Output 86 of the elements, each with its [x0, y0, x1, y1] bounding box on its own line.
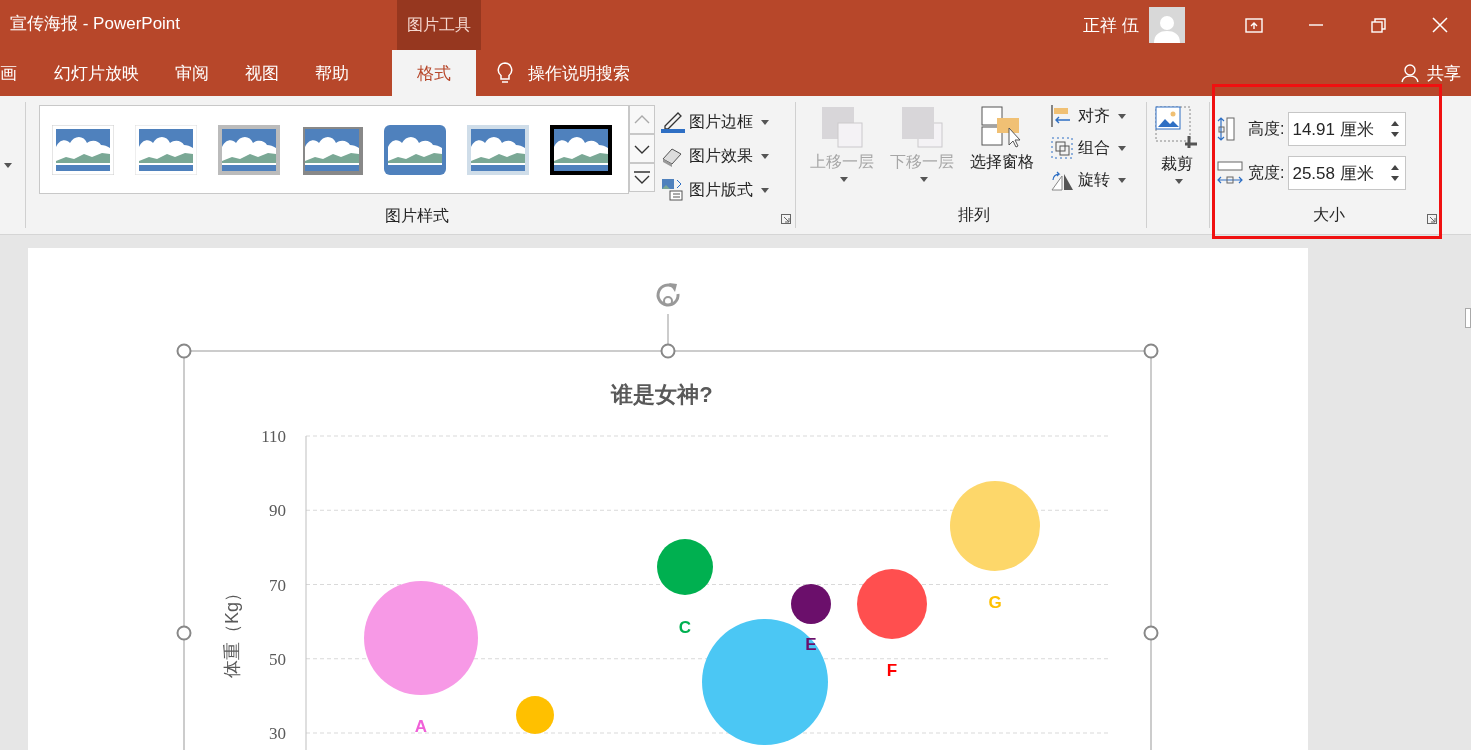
- bring-forward-icon: [821, 106, 863, 148]
- field-label: 宽度:: [1248, 162, 1285, 183]
- chart-title: 谁是女神?: [611, 382, 713, 407]
- bubble: [516, 696, 554, 734]
- spin-down-icon[interactable]: [1391, 176, 1400, 181]
- person-silhouette-icon: [1152, 13, 1182, 43]
- selection-pane-icon: [981, 106, 1023, 148]
- rotate-handle-icon[interactable]: [656, 283, 680, 307]
- caret-icon: [761, 119, 769, 125]
- width-icon: [1216, 160, 1244, 186]
- axis-tick-label: 50: [269, 649, 286, 669]
- contextual-tab-label: 图片工具: [397, 0, 481, 50]
- axis-title: 体重（Kg）: [222, 584, 242, 678]
- ribbon-menu-button[interactable]: 组合: [1050, 134, 1126, 162]
- picture-style-thumbnail[interactable]: [218, 124, 280, 175]
- ribbon-tab[interactable]: 格式: [392, 50, 476, 96]
- spin-down-icon[interactable]: [1391, 132, 1400, 137]
- crop-button[interactable]: 裁剪: [1147, 102, 1207, 184]
- spin-up-icon[interactable]: [1391, 165, 1400, 170]
- picture-layout-icon: [661, 178, 685, 202]
- ribbon-tab[interactable]: 幻灯片放映: [36, 50, 157, 96]
- tell-me-search[interactable]: 操作说明搜索: [528, 61, 630, 85]
- caret-icon: [761, 153, 769, 159]
- ribbon-menu-button[interactable]: 图片版式: [661, 176, 769, 204]
- expand-gallery-icon[interactable]: [632, 170, 652, 185]
- scrollbar-thumb[interactable]: [1465, 308, 1471, 328]
- window-title: 宣传海报 - PowerPoint: [9, 13, 182, 35]
- resize-handle[interactable]: [176, 343, 192, 359]
- crop-icon: [1155, 106, 1199, 150]
- restore-ribbon-icon[interactable]: [1245, 16, 1263, 34]
- caret-icon: [1175, 179, 1183, 184]
- group-label: 图片样式: [385, 205, 449, 226]
- dialog-launcher-icon[interactable]: [1427, 214, 1437, 224]
- data-label: F: [886, 661, 898, 680]
- caret-icon: [1118, 177, 1126, 183]
- user-name: 正祥 伍: [1083, 14, 1139, 37]
- ribbon-tab[interactable]: 画: [0, 50, 36, 96]
- field-label: 高度:: [1248, 118, 1285, 139]
- resize-handle[interactable]: [1143, 343, 1159, 359]
- axis-tick-label: 30: [269, 724, 286, 743]
- ribbon-menu-button[interactable]: 对齐: [1050, 102, 1126, 130]
- resize-handle[interactable]: [176, 625, 192, 641]
- data-label: E: [805, 635, 817, 654]
- lightbulb-icon: [496, 61, 514, 85]
- bubble: [657, 539, 713, 595]
- caret-icon: [761, 187, 769, 193]
- picture-style-thumbnail[interactable]: [135, 124, 197, 175]
- picture-style-thumbnail[interactable]: [467, 124, 529, 175]
- dialog-launcher-icon[interactable]: [781, 214, 791, 224]
- ribbon-tab[interactable]: 帮助: [297, 50, 367, 96]
- ribbon-menu-button[interactable]: 旋转: [1050, 166, 1126, 194]
- pen-icon: [661, 110, 685, 134]
- caret-icon: [920, 177, 928, 182]
- group-label: 大小: [1312, 204, 1345, 225]
- axis-tick-label: 110: [261, 427, 286, 446]
- picture-style-thumbnail[interactable]: [301, 124, 363, 175]
- ribbon-menu-button[interactable]: 图片边框: [661, 108, 769, 136]
- group-icon: [1050, 136, 1074, 160]
- share-button[interactable]: 共享: [1383, 50, 1471, 96]
- data-label: A: [414, 717, 428, 736]
- axis-tick-label: 90: [269, 501, 286, 521]
- picture-style-thumbnail[interactable]: [550, 124, 612, 175]
- data-label: C: [678, 618, 692, 637]
- caret-icon: [840, 177, 848, 182]
- maximize-icon[interactable]: [1370, 17, 1386, 33]
- resize-handle[interactable]: [660, 343, 676, 359]
- person-icon: [1401, 63, 1421, 83]
- data-label: G: [988, 593, 1002, 612]
- ribbon-tab[interactable]: 视图: [227, 50, 297, 96]
- caret-icon: [4, 162, 12, 168]
- caret-icon: [1118, 113, 1126, 119]
- axis-tick-label: 70: [269, 575, 286, 595]
- spin-field[interactable]: 25.58 厘米: [1288, 156, 1407, 190]
- send-backward-icon: [901, 106, 943, 148]
- picture-style-thumbnail[interactable]: [52, 124, 114, 175]
- group-label: 排列: [958, 204, 990, 225]
- ribbon-large-button[interactable]: 选择窗格: [962, 102, 1042, 173]
- spin-field[interactable]: 14.91 厘米: [1288, 112, 1407, 146]
- resize-handle[interactable]: [1143, 625, 1159, 641]
- picture-style-thumbnail[interactable]: [384, 124, 446, 175]
- ribbon-tab[interactable]: 审阅: [157, 50, 227, 96]
- spin-up-icon[interactable]: [1391, 121, 1400, 126]
- ribbon-menu-button[interactable]: 图片效果: [661, 142, 769, 170]
- close-icon[interactable]: [1432, 17, 1448, 33]
- bubble: [857, 569, 927, 639]
- caret-icon: [1118, 145, 1126, 151]
